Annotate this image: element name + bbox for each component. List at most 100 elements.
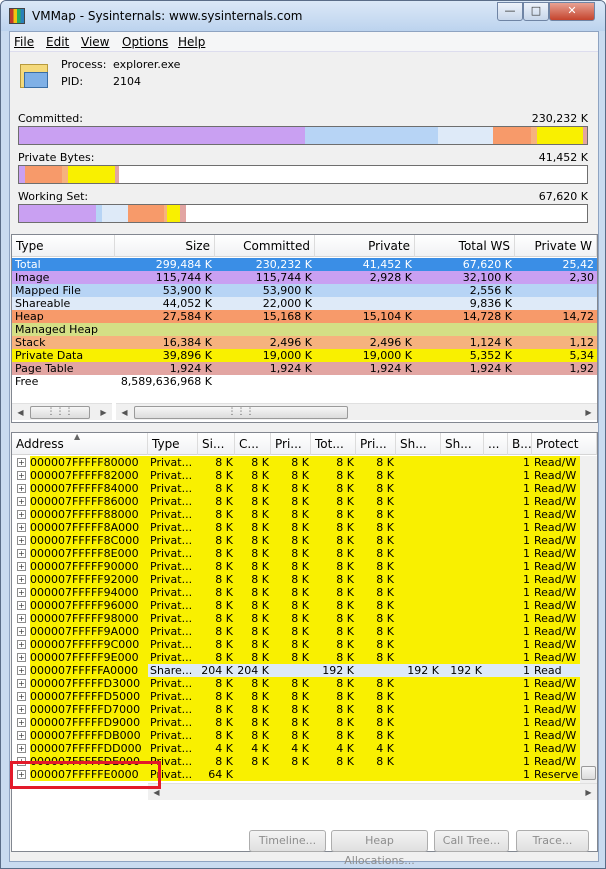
col-size[interactable]: Si... <box>198 433 235 455</box>
address-row[interactable]: +000007FFFFF9E000 Privat... 8 K 8 K 8 K 8 K 8 … <box>12 651 580 664</box>
address-row[interactable]: +000007FFFFFD3000 Privat... 8 K 8 K 8 K 8 K 8 … <box>12 677 580 690</box>
type-data-hscroll[interactable]: ◀ ⋮⋮⋮ ▶ <box>116 403 597 420</box>
address-row[interactable]: +000007FFFFFDD000 Privat... 4 K 4 K 4 K 4 K 4 … <box>12 742 580 755</box>
expand-plus-icon[interactable]: + <box>17 744 26 753</box>
address-row[interactable]: +000007FFFFFD5000 Privat... 8 K 8 K 8 K 8 K 8 … <box>12 690 580 703</box>
address-row[interactable]: +000007FFFFF94000 Privat... 8 K 8 K 8 K 8 K 8 … <box>12 586 580 599</box>
scroll-thumb[interactable]: ⋮⋮⋮ <box>30 406 90 419</box>
address-row[interactable]: +000007FFFFF90000 Privat... 8 K 8 K 8 K 8 K 8 … <box>12 560 580 573</box>
maximize-button[interactable]: □ <box>523 2 549 21</box>
scroll-right-icon[interactable]: ▶ <box>580 784 597 801</box>
heap-allocations-button[interactable]: Heap Allocations... <box>331 830 428 867</box>
type-row-free[interactable]: Free 8,589,636,968 K <box>12 375 597 388</box>
expand-plus-icon[interactable]: + <box>17 705 26 714</box>
trace-button[interactable]: Trace... <box>516 830 589 852</box>
address-row[interactable]: +000007FFFFFA0000 Share... 204 K 204 K 192 K… <box>12 664 580 677</box>
col-total-ws[interactable]: Tot... <box>311 433 356 455</box>
close-button[interactable]: ✕ <box>549 2 595 21</box>
type-row-image[interactable]: Image 115,744 K 115,744 K 2,928 K 32,100 K 2,… <box>12 271 597 284</box>
col-committed[interactable]: C... <box>235 433 271 455</box>
expand-plus-icon[interactable]: + <box>17 614 26 623</box>
col-private[interactable]: Private <box>315 235 415 257</box>
scroll-right-icon[interactable]: ▶ <box>580 404 597 421</box>
expand-plus-icon[interactable]: + <box>17 653 26 662</box>
address-vscroll[interactable] <box>580 456 597 783</box>
address-row[interactable]: +000007FFFFF92000 Privat... 8 K 8 K 8 K 8 K 8 … <box>12 573 580 586</box>
expand-plus-icon[interactable]: + <box>17 575 26 584</box>
expand-plus-icon[interactable]: + <box>17 484 26 493</box>
col-shareable-ws[interactable]: Sh... <box>396 433 441 455</box>
address-row[interactable]: +000007FFFFF9A000 Privat... 8 K 8 K 8 K 8 K 8 … <box>12 625 580 638</box>
address-row[interactable]: +000007FFFFF98000 Privat... 8 K 8 K 8 K 8 K 8 … <box>12 612 580 625</box>
expand-plus-icon[interactable]: + <box>17 523 26 532</box>
address-row[interactable]: +000007FFFFF86000 Privat... 8 K 8 K 8 K 8 K 8 … <box>12 495 580 508</box>
menu-edit[interactable]: Edit <box>46 35 69 49</box>
expand-plus-icon[interactable]: + <box>17 679 26 688</box>
expand-plus-icon[interactable]: + <box>17 549 26 558</box>
call-tree-button[interactable]: Call Tree... <box>434 830 509 852</box>
type-row-shareable[interactable]: Shareable 44,052 K 22,000 K 9,836 K <box>12 297 597 310</box>
scroll-left-icon[interactable]: ◀ <box>12 404 29 421</box>
expand-plus-icon[interactable]: + <box>17 536 26 545</box>
timeline-button[interactable]: Timeline... <box>249 830 326 852</box>
address-row[interactable]: +000007FFFFF88000 Privat... 8 K 8 K 8 K 8 K 8 … <box>12 508 580 521</box>
expand-plus-icon[interactable]: + <box>17 640 26 649</box>
address-row[interactable]: +000007FFFFFD7000 Privat... 8 K 8 K 8 K 8 K 8 … <box>12 703 580 716</box>
col-private-ws[interactable]: Pri... <box>356 433 396 455</box>
menu-file[interactable]: File <box>14 35 34 49</box>
address-hscroll[interactable]: ◀ ▶ <box>148 783 597 800</box>
type-row-stack[interactable]: Stack 16,384 K 2,496 K 2,496 K 1,124 K 1,12 <box>12 336 597 349</box>
menu-options[interactable]: Options <box>122 35 168 49</box>
expand-plus-icon[interactable]: + <box>17 471 26 480</box>
col-address[interactable]: Address ▲ <box>12 433 148 455</box>
col-blocks[interactable]: B... <box>508 433 532 455</box>
col-private-ws[interactable]: Private W <box>515 235 597 257</box>
vscroll-thumb[interactable] <box>581 766 596 780</box>
expand-plus-icon[interactable]: + <box>17 718 26 727</box>
address-row[interactable]: +000007FFFFF82000 Privat... 8 K 8 K 8 K 8 K 8 … <box>12 469 580 482</box>
type-row-mapped-file[interactable]: Mapped File 53,900 K 53,900 K 2,556 K <box>12 284 597 297</box>
col-total-ws[interactable]: Total WS <box>415 235 515 257</box>
expand-plus-icon[interactable]: + <box>17 510 26 519</box>
scroll-right-icon[interactable]: ▶ <box>95 404 112 421</box>
expand-plus-icon[interactable]: + <box>17 458 26 467</box>
type-col-hscroll[interactable]: ◀ ⋮⋮⋮ ▶ <box>12 403 112 420</box>
minimize-button[interactable]: — <box>497 2 523 21</box>
address-row[interactable]: +000007FFFFF96000 Privat... 8 K 8 K 8 K 8 K 8 … <box>12 599 580 612</box>
menu-view[interactable]: View <box>81 35 109 49</box>
col-locked-ws[interactable]: ... <box>484 433 508 455</box>
expand-plus-icon[interactable]: + <box>17 666 26 675</box>
expand-plus-icon[interactable]: + <box>17 601 26 610</box>
address-row[interactable]: +000007FFFFF8C000 Privat... 8 K 8 K 8 K 8 K 8 … <box>12 534 580 547</box>
address-row[interactable]: +000007FFFFF8A000 Privat... 8 K 8 K 8 K 8 K 8 … <box>12 521 580 534</box>
col-size[interactable]: Size <box>115 235 215 257</box>
col-private[interactable]: Pri... <box>271 433 311 455</box>
scroll-left-icon[interactable]: ◀ <box>116 404 133 421</box>
type-row-heap[interactable]: Heap 27,584 K 15,168 K 15,104 K 14,728 K 14,7… <box>12 310 597 323</box>
type-row-page-table[interactable]: Page Table 1,924 K 1,924 K 1,924 K 1,924 K 1,… <box>12 362 597 375</box>
col-protection[interactable]: Protect <box>532 433 597 455</box>
address-row[interactable]: +000007FFFFFDB000 Privat... 8 K 8 K 8 K 8 K 8 … <box>12 729 580 742</box>
type-row-private-data[interactable]: Private Data 39,896 K 19,000 K 19,000 K 5,35… <box>12 349 597 362</box>
expand-plus-icon[interactable]: + <box>17 588 26 597</box>
scroll-thumb[interactable]: ⋮⋮⋮ <box>134 406 348 419</box>
col-shared-ws[interactable]: Sh... <box>441 433 484 455</box>
col-committed[interactable]: Committed <box>215 235 315 257</box>
expand-plus-icon[interactable]: + <box>17 562 26 571</box>
address-row[interactable]: +000007FFFFFD9000 Privat... 8 K 8 K 8 K 8 K 8 … <box>12 716 580 729</box>
expand-plus-icon[interactable]: + <box>17 627 26 636</box>
col-type[interactable]: Type <box>12 235 115 257</box>
expand-plus-icon[interactable]: + <box>17 731 26 740</box>
expand-plus-icon[interactable]: + <box>17 497 26 506</box>
title-bar[interactable]: VMMap - Sysinternals: www.sysinternals.c… <box>1 1 605 31</box>
address-row[interactable]: +000007FFFFF80000 Privat... 8 K 8 K 8 K 8 K 8 … <box>12 456 580 469</box>
address-row[interactable]: +000007FFFFF9C000 Privat... 8 K 8 K 8 K 8 K 8 … <box>12 638 580 651</box>
type-row-managed-heap[interactable]: Managed Heap <box>12 323 597 336</box>
type-row-total[interactable]: Total 299,484 K 230,232 K 41,452 K 67,620 K 2… <box>12 258 597 271</box>
address-row[interactable]: +000007FFFFF8E000 Privat... 8 K 8 K 8 K 8 K 8 … <box>12 547 580 560</box>
expand-plus-icon[interactable]: + <box>17 692 26 701</box>
address-row[interactable]: +000007FFFFF84000 Privat... 8 K 8 K 8 K 8 K 8 … <box>12 482 580 495</box>
sort-ascending-icon: ▲ <box>74 433 81 441</box>
menu-help[interactable]: Help <box>178 35 205 49</box>
col-type[interactable]: Type <box>148 433 198 455</box>
